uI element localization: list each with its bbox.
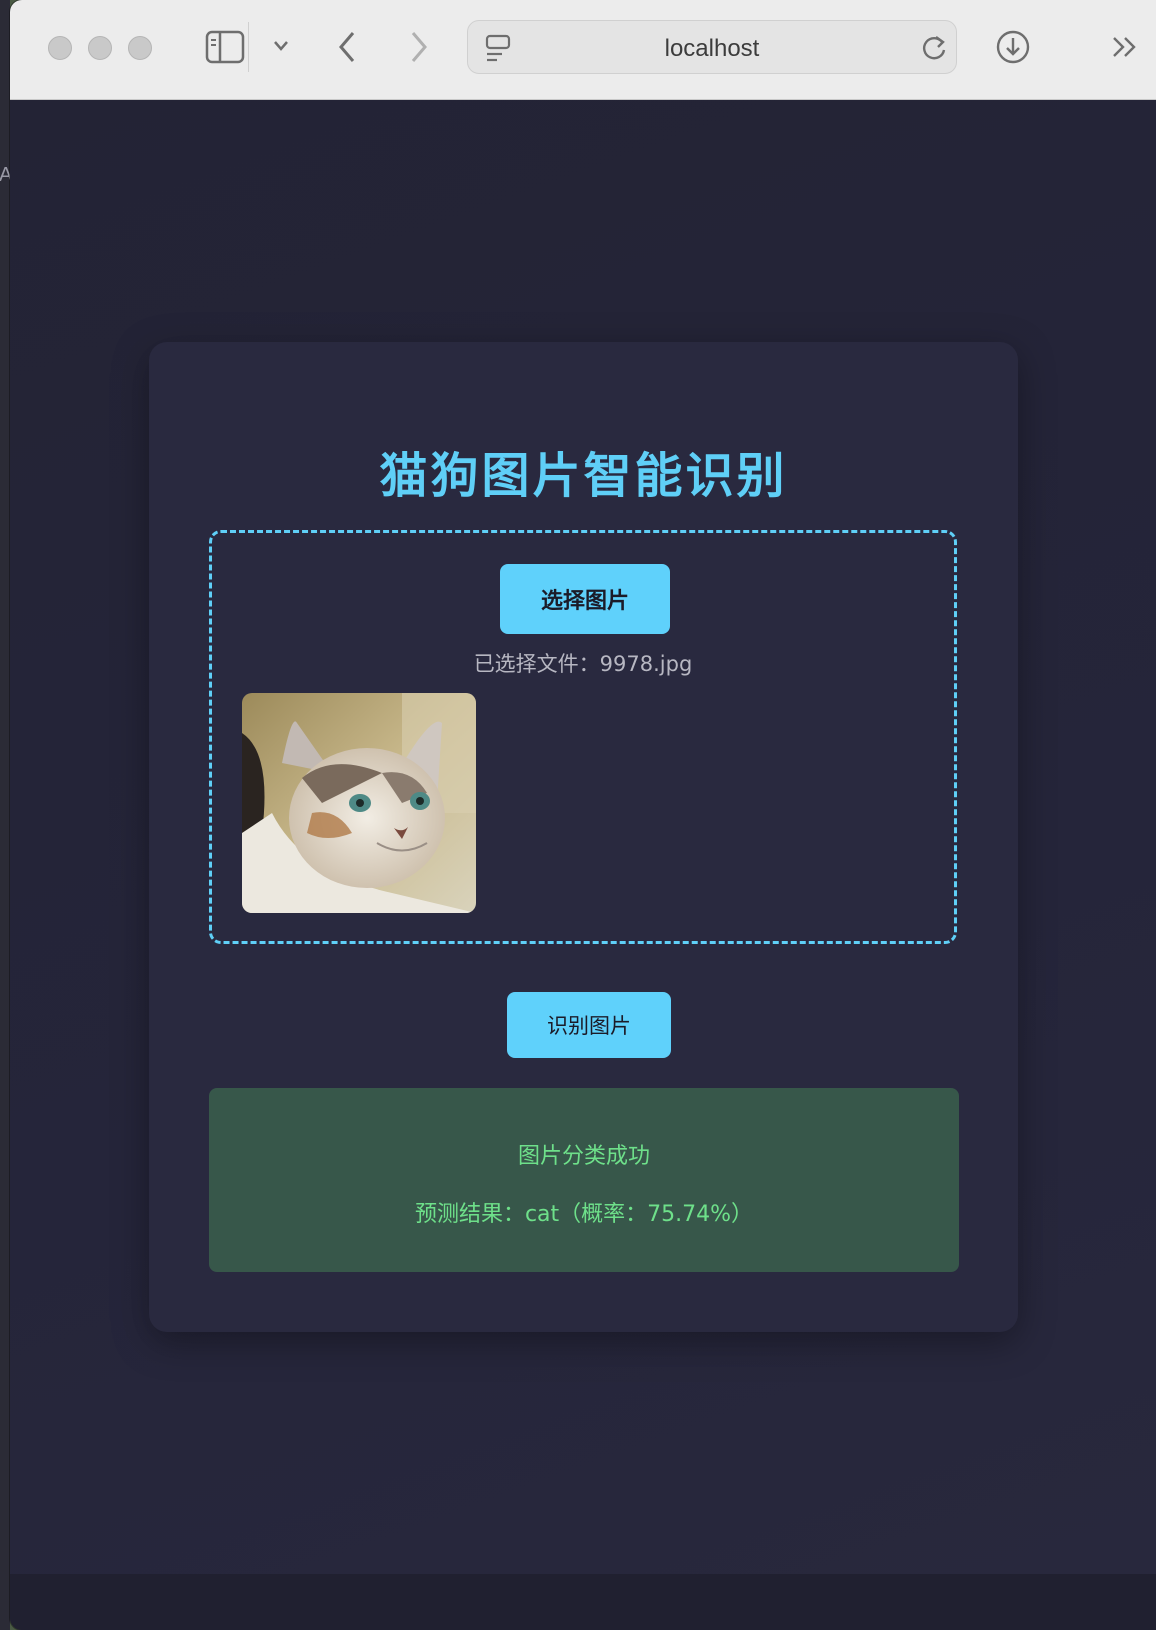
page-content: 猫狗图片智能识别 选择图片 已选择文件：9978.jpg 识别图片 图片分类成功… [10, 100, 1156, 1574]
result-status: 图片分类成功 [517, 1144, 650, 1169]
address-text: localhost [664, 35, 760, 62]
page-title: 猫狗图片智能识别 [379, 448, 788, 504]
forward-arrow-icon[interactable] [408, 30, 430, 68]
choose-image-button[interactable]: 选择图片 [500, 564, 670, 634]
page-bottom-bar [10, 1574, 1156, 1630]
sidebar-toggle-icon[interactable] [205, 30, 245, 68]
result-panel: 图片分类成功 预测结果：cat（概率：75.74%） [209, 1088, 959, 1272]
address-bar[interactable]: localhost [467, 20, 957, 74]
background-window-edge: A [0, 0, 12, 1630]
download-icon[interactable] [995, 28, 1031, 70]
chevron-down-icon[interactable] [272, 38, 290, 57]
browser-window: localhost 猫狗图片智能识别 选择图片 已选择文件：9978.jpg 识… [10, 0, 1156, 1630]
selected-file-text: 已选择文件：9978.jpg [473, 652, 693, 676]
zoom-window-button[interactable] [128, 36, 152, 60]
back-arrow-icon[interactable] [336, 30, 358, 68]
cat-photo-image [242, 693, 476, 913]
more-toolbar-icon[interactable] [1110, 34, 1140, 64]
close-window-button[interactable] [48, 36, 72, 60]
minimize-window-button[interactable] [88, 36, 112, 60]
image-preview [242, 693, 476, 913]
identify-image-button[interactable]: 识别图片 [507, 992, 671, 1058]
browser-toolbar: localhost [10, 0, 1156, 100]
prediction-text: 预测结果：cat（概率：75.74%） [414, 1202, 754, 1227]
upload-drop-zone[interactable]: 选择图片 已选择文件：9978.jpg [209, 530, 957, 944]
classifier-card: 猫狗图片智能识别 选择图片 已选择文件：9978.jpg 识别图片 图片分类成功… [149, 342, 1018, 1332]
reload-icon[interactable] [920, 33, 948, 67]
toolbar-divider [248, 22, 249, 72]
